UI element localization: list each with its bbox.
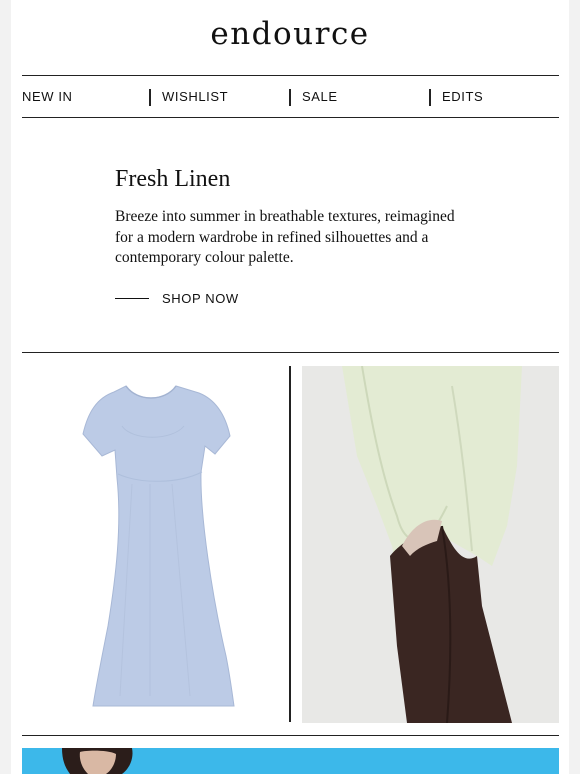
main-nav: NEW IN WISHLIST SALE EDITS [22, 76, 559, 118]
nav-separator [289, 89, 291, 106]
hero-description: Breeze into summer in breathable texture… [115, 208, 455, 266]
product-separator [289, 366, 291, 722]
nav-separator [429, 89, 431, 106]
shop-now-link[interactable]: SHOP NOW [115, 288, 239, 308]
linen-shirt-model-image [302, 366, 559, 723]
model-portrait-image [22, 748, 559, 774]
section-divider [22, 735, 559, 736]
nav-new-in-link[interactable]: NEW IN [22, 76, 73, 118]
nav-separator [149, 89, 151, 106]
banner-image[interactable] [22, 748, 559, 774]
cta-line-decoration [115, 297, 149, 299]
shop-now-label: SHOP NOW [162, 290, 239, 306]
nav-wishlist-link[interactable]: WISHLIST [162, 76, 228, 118]
nav-edits-link[interactable]: EDITS [442, 76, 483, 118]
email-body: endource NEW IN WISHLIST SALE EDITS Fres… [11, 0, 569, 774]
blue-linen-dress-image [82, 385, 235, 707]
product-image-dress[interactable] [22, 366, 289, 723]
hero-title: Fresh Linen [115, 166, 231, 192]
nav-bottom-divider [22, 117, 559, 118]
product-image-shirt[interactable] [302, 366, 559, 723]
brand-logo[interactable]: endource [11, 16, 569, 52]
section-divider [22, 352, 559, 353]
nav-sale-link[interactable]: SALE [302, 76, 338, 118]
hero-section: Fresh Linen Breeze into summer in breath… [115, 166, 475, 269]
